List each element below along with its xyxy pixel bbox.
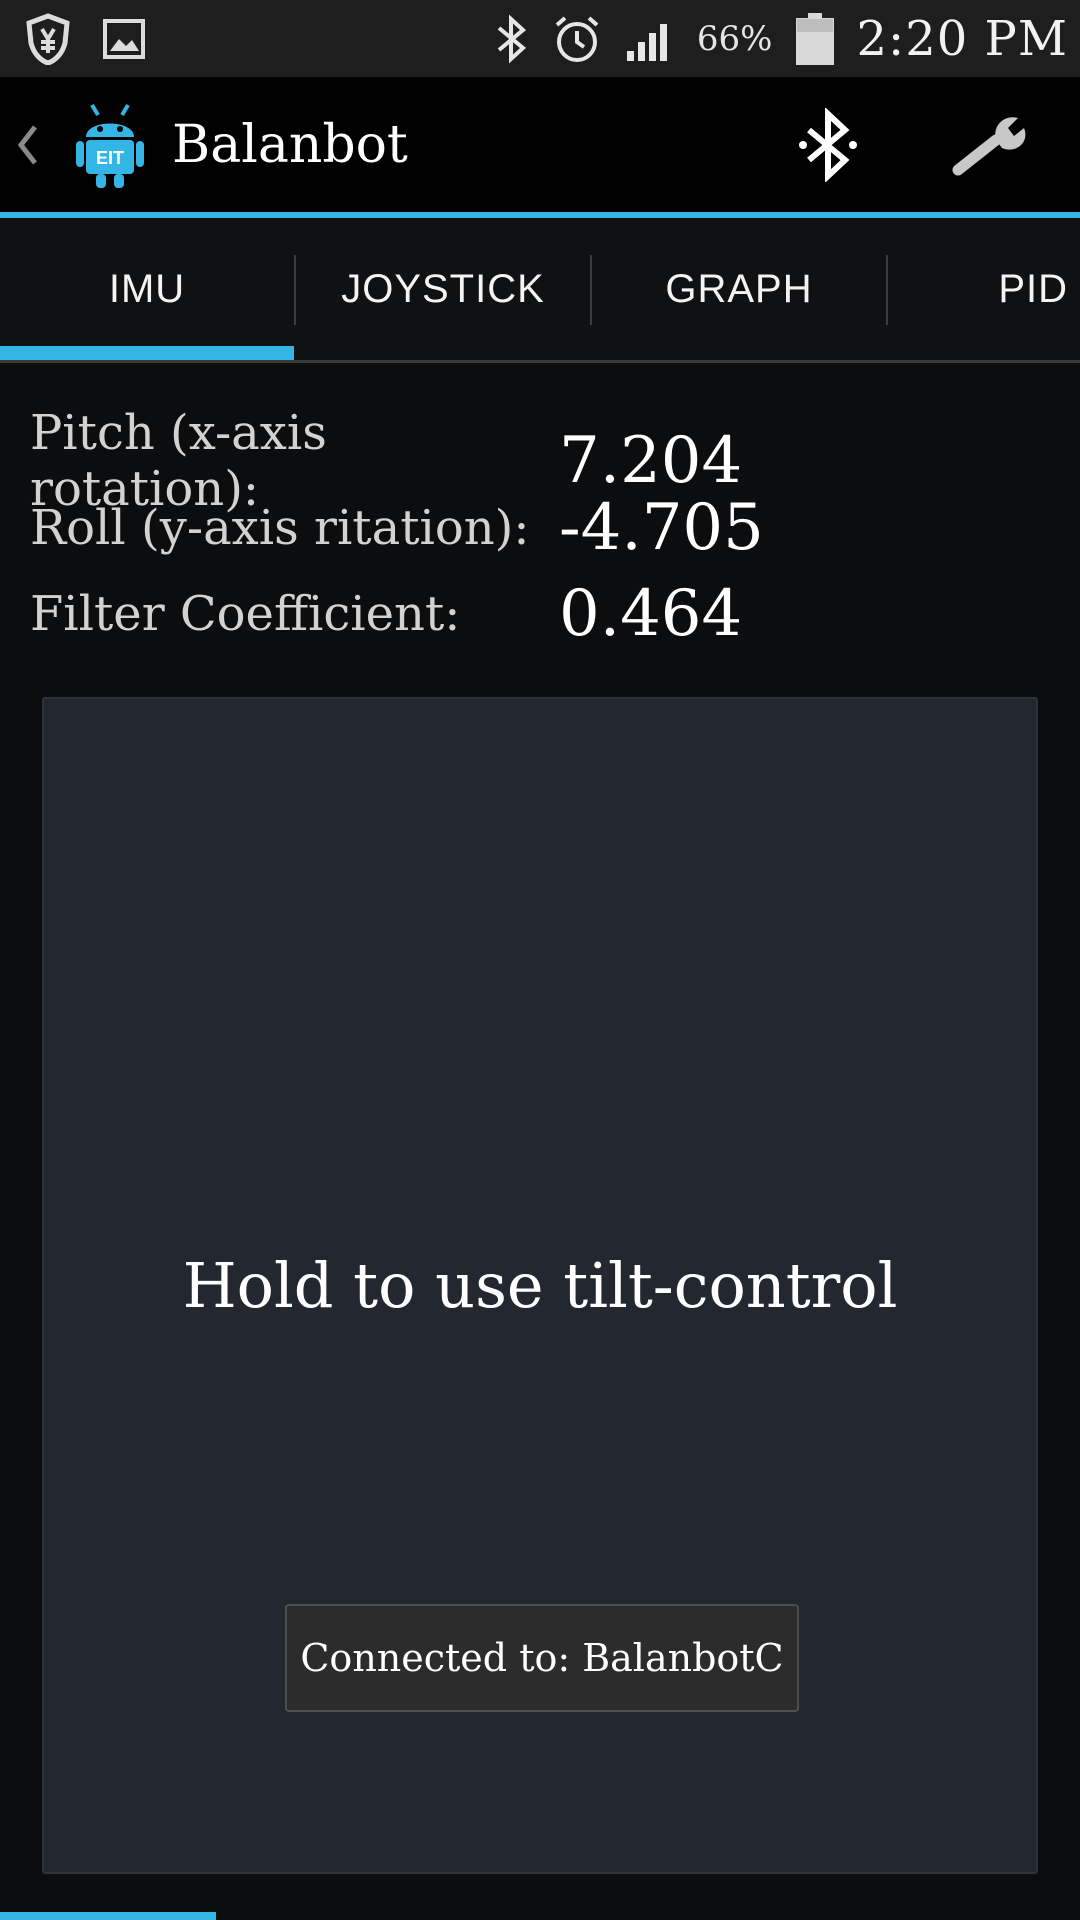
pitch-value: 7.204 xyxy=(559,424,743,498)
wrench-icon xyxy=(952,117,1026,176)
shield-icon xyxy=(24,12,72,65)
filter-coefficient-value: 0.464 xyxy=(559,577,743,651)
tilt-control-label: Hold to use tilt-control xyxy=(182,1249,898,1322)
app-icon-text: EIT xyxy=(96,148,124,168)
filter-coefficient-row: Filter Coefficient: 0.464 xyxy=(30,577,742,651)
imu-readings: Pitch (x-axis rotation): 7.204 Roll (y-a… xyxy=(0,363,1080,683)
roll-row: Roll (y-axis ritation): -4.705 xyxy=(30,491,764,565)
tab-joystick[interactable]: JOYSTICK xyxy=(296,218,590,360)
alarm-icon xyxy=(551,13,603,65)
clock: 2:20 PM xyxy=(856,10,1068,67)
app-title: Balanbot xyxy=(172,114,408,175)
roll-value: -4.705 xyxy=(559,491,764,565)
status-bar: 66% 2:20 PM xyxy=(0,0,1080,77)
tilt-control-pad[interactable]: Hold to use tilt-control Connected to: B… xyxy=(42,697,1038,1874)
settings-button[interactable] xyxy=(950,105,1040,185)
tab-selected-indicator xyxy=(0,346,294,360)
bluetooth-icon xyxy=(799,108,857,182)
bluetooth-connect-button[interactable] xyxy=(790,105,866,185)
connection-toast: Connected to: BalanbotC xyxy=(285,1604,799,1712)
bluetooth-icon xyxy=(493,13,529,64)
tab-pid[interactable]: PID xyxy=(888,218,1080,360)
back-chevron-icon[interactable] xyxy=(10,123,44,167)
tab-imu[interactable]: IMU xyxy=(0,218,294,360)
action-bar: EIT Balanbot xyxy=(0,77,1080,212)
app-icon[interactable]: EIT xyxy=(74,97,146,193)
filter-coefficient-label: Filter Coefficient: xyxy=(30,586,461,642)
tab-bar: IMU JOYSTICK GRAPH PID xyxy=(0,218,1080,363)
image-icon xyxy=(102,18,146,60)
tab-graph[interactable]: GRAPH xyxy=(592,218,886,360)
roll-label: Roll (y-axis ritation): xyxy=(30,500,530,556)
signal-icon xyxy=(625,15,675,63)
battery-percent: 66% xyxy=(696,18,773,59)
bottom-accent-bar xyxy=(0,1912,216,1920)
battery-icon xyxy=(795,12,835,66)
